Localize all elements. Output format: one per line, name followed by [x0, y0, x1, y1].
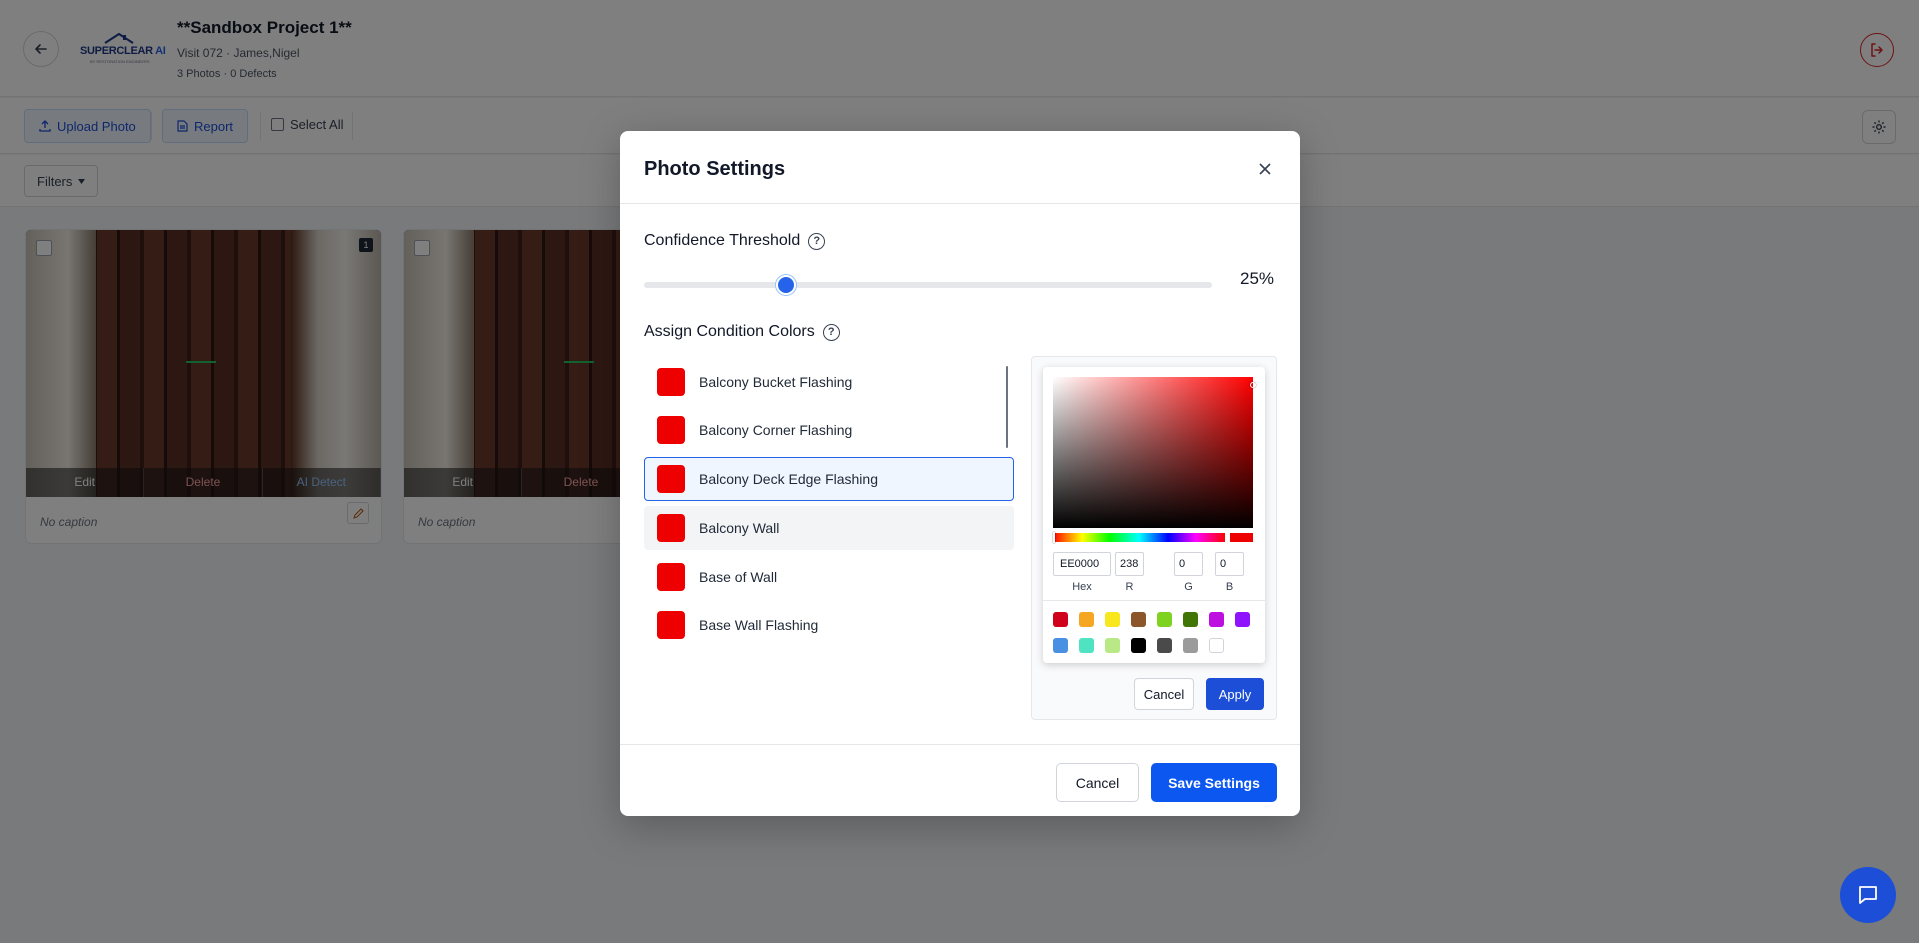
color-picker: Hex R G B [1043, 367, 1265, 663]
preset-swatch[interactable] [1157, 638, 1172, 653]
condition-item[interactable]: Balcony Corner Flashing [644, 408, 1014, 452]
close-icon [1259, 163, 1271, 175]
preset-swatch[interactable] [1053, 612, 1068, 627]
chat-button[interactable] [1840, 867, 1896, 923]
color-swatch[interactable] [657, 563, 685, 591]
condition-label: Base Wall Flashing [699, 617, 819, 633]
preset-colors [1043, 600, 1265, 663]
condition-list: Balcony Bucket Flashing Balcony Corner F… [644, 360, 1016, 639]
saturation-area[interactable] [1053, 377, 1253, 528]
condition-item-selected[interactable]: Balcony Deck Edge Flashing [644, 457, 1014, 501]
color-swatch[interactable] [657, 368, 685, 396]
color-swatch[interactable] [657, 416, 685, 444]
condition-label: Balcony Bucket Flashing [699, 374, 853, 390]
condition-label: Base of Wall [699, 569, 778, 585]
save-settings-button[interactable]: Save Settings [1151, 763, 1277, 802]
green-label: G [1184, 581, 1193, 593]
red-input[interactable] [1115, 552, 1144, 576]
confidence-slider[interactable] [644, 275, 1212, 295]
condition-item[interactable]: Balcony Wall [644, 506, 1014, 550]
cancel-button[interactable]: Cancel [1056, 763, 1139, 802]
preset-swatch[interactable] [1079, 612, 1094, 627]
close-button[interactable] [1254, 158, 1276, 180]
blue-input[interactable] [1215, 552, 1244, 576]
slider-track[interactable] [644, 282, 1212, 288]
help-icon[interactable]: ? [808, 232, 826, 250]
preset-swatch[interactable] [1105, 612, 1120, 627]
preset-swatch[interactable] [1105, 638, 1120, 653]
condition-item[interactable]: Balcony Bucket Flashing [644, 360, 1014, 404]
saturation-cursor[interactable] [1250, 382, 1256, 388]
condition-label: Balcony Corner Flashing [699, 422, 853, 438]
condition-label: Balcony Wall [699, 520, 780, 536]
preset-swatch[interactable] [1131, 612, 1146, 627]
condition-item[interactable]: Base of Wall [644, 555, 1014, 599]
confidence-threshold-text: Confidence Threshold [644, 232, 801, 249]
green-input[interactable] [1174, 552, 1203, 576]
assign-colors-label: Assign Condition Colors ? [644, 323, 840, 341]
assign-colors-text: Assign Condition Colors [644, 323, 815, 340]
color-swatch[interactable] [657, 611, 685, 639]
slider-thumb[interactable] [776, 275, 796, 295]
hex-input[interactable] [1053, 552, 1111, 576]
blue-label: B [1225, 581, 1234, 593]
preset-swatch[interactable] [1235, 612, 1250, 627]
modal-title: Photo Settings [644, 158, 786, 180]
modal-footer: Cancel Save Settings [620, 744, 1300, 816]
condition-item[interactable]: Base Wall Flashing [644, 603, 1014, 647]
preset-swatch[interactable] [1209, 612, 1224, 627]
color-swatch[interactable] [657, 514, 685, 542]
picker-cancel-button[interactable]: Cancel [1134, 678, 1194, 710]
modal-header: Photo Settings [620, 131, 1300, 204]
color-swatch[interactable] [657, 465, 685, 493]
photo-settings-modal: Photo Settings Confidence Threshold ? 25… [620, 131, 1300, 816]
hue-cursor[interactable] [1053, 532, 1055, 543]
preset-swatch[interactable] [1053, 638, 1068, 653]
color-picker-panel: Hex R G B Cancel Apply [1031, 356, 1277, 720]
hue-slider[interactable] [1053, 533, 1225, 542]
color-preview [1230, 533, 1253, 542]
confidence-value: 25% [1240, 269, 1275, 288]
preset-swatch[interactable] [1209, 638, 1224, 653]
condition-label: Balcony Deck Edge Flashing [699, 471, 878, 487]
preset-swatch[interactable] [1183, 612, 1198, 627]
preset-swatch[interactable] [1157, 612, 1172, 627]
hex-label: Hex [1072, 581, 1092, 593]
list-scrollbar[interactable] [1006, 366, 1008, 448]
red-label: R [1125, 581, 1134, 593]
chat-bubble-icon [1859, 886, 1877, 904]
preset-swatch[interactable] [1131, 638, 1146, 653]
preset-swatch[interactable] [1079, 638, 1094, 653]
preset-swatch[interactable] [1183, 638, 1198, 653]
picker-apply-button[interactable]: Apply [1206, 678, 1264, 710]
confidence-threshold-label: Confidence Threshold ? [644, 232, 826, 250]
help-icon[interactable]: ? [822, 323, 840, 341]
